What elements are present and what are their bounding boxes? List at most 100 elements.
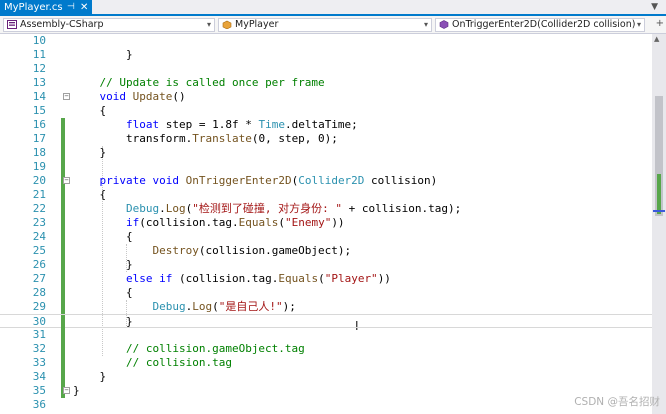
type-dropdown[interactable]: MyPlayer ▾: [218, 18, 432, 32]
split-window-icon[interactable]: +: [656, 18, 664, 30]
code-line[interactable]: 36: [0, 398, 652, 412]
change-indicator: [61, 286, 65, 300]
code-line[interactable]: 12: [0, 62, 652, 76]
code-line[interactable]: 11 }: [0, 48, 652, 62]
csharp-project-icon: [7, 20, 17, 29]
line-number: 14: [32, 90, 46, 103]
line-number: 21: [32, 188, 46, 201]
method-icon: [439, 20, 449, 29]
caret-position-marker: [653, 210, 665, 212]
line-number: 32: [32, 342, 46, 355]
change-indicator: [61, 160, 65, 174]
code-line[interactable]: 31: [0, 328, 652, 342]
code-text: Debug.Log("是自己人!");: [152, 300, 296, 313]
code-text: Debug.Log("检测到了碰撞, 对方身份: " + collision.t…: [125, 202, 462, 215]
code-text: }: [73, 258, 133, 271]
scroll-up-icon[interactable]: ▲: [654, 35, 659, 43]
line-number: 26: [32, 258, 46, 271]
code-text: // collision.gameObject.tag: [125, 342, 305, 355]
line-number: 36: [32, 398, 46, 411]
code-text: }: [73, 48, 133, 61]
line-number: 25: [32, 244, 46, 257]
tab-overflow-icon[interactable]: ▼: [651, 0, 658, 14]
code-line[interactable]: 20 − private void OnTriggerEnter2D(Collid…: [0, 174, 652, 188]
code-text: {: [73, 230, 133, 243]
code-line[interactable]: 18 }: [0, 146, 652, 160]
code-line[interactable]: 29 Debug.Log("是自己人!");: [0, 300, 652, 314]
code-line[interactable]: 33 // collision.tag: [0, 356, 652, 370]
close-icon[interactable]: ✕: [80, 0, 88, 15]
line-number: 24: [32, 230, 46, 243]
code-line[interactable]: 24 {: [0, 230, 652, 244]
code-text: }: [73, 370, 107, 383]
code-line[interactable]: 34 }: [0, 370, 652, 384]
chevron-down-icon: ▾: [636, 20, 641, 29]
line-number: 33: [32, 356, 46, 369]
change-indicator: [61, 216, 65, 230]
code-line[interactable]: 28 {: [0, 286, 652, 300]
code-line[interactable]: 17 transform.Translate(0, step, 0);: [0, 132, 652, 146]
code-text: // collision.tag: [125, 356, 232, 369]
pin-icon[interactable]: ⊣: [67, 0, 75, 15]
code-text: }: [73, 315, 133, 328]
line-number: 23: [32, 216, 46, 229]
change-indicator: [61, 230, 65, 244]
change-indicator: [61, 146, 65, 160]
line-number: 18: [32, 146, 46, 159]
change-indicator: [61, 258, 65, 272]
class-icon: [222, 20, 232, 29]
line-number: 29: [32, 300, 46, 313]
line-number: 31: [32, 328, 46, 341]
code-line[interactable]: 13 // Update is called once per frame: [0, 76, 652, 90]
line-number: 15: [32, 104, 46, 117]
line-number: 17: [32, 132, 46, 145]
code-line[interactable]: 23 if(collision.tag.Equals("Enemy")): [0, 216, 652, 230]
line-number: 16: [32, 118, 46, 131]
change-indicator: [61, 202, 65, 216]
document-tab-strip: MyPlayer.cs ⊣ ✕ ▼: [0, 0, 666, 16]
line-number: 35: [32, 384, 46, 397]
vertical-scrollbar[interactable]: ▲: [652, 34, 666, 414]
code-line[interactable]: 14 − void Update(): [0, 90, 652, 104]
code-text: private void OnTriggerEnter2D(Collider2D…: [99, 174, 438, 187]
code-editor[interactable]: I 10 11 } 12 13 // Update is called once p…: [0, 34, 652, 414]
code-line[interactable]: 27 else if (collision.tag.Equals("Player…: [0, 272, 652, 286]
change-indicator: [61, 118, 65, 132]
code-text: }: [73, 384, 80, 397]
line-number: 22: [32, 202, 46, 215]
change-indicator: [61, 315, 65, 329]
code-text: }: [73, 146, 107, 159]
code-text: {: [73, 286, 133, 299]
collapse-icon[interactable]: −: [63, 177, 70, 184]
line-number: 10: [32, 34, 46, 47]
code-line[interactable]: 22 Debug.Log("检测到了碰撞, 对方身份: " + collisio…: [0, 202, 652, 216]
code-line[interactable]: 16 float step = 1.8f * Time.deltaTime;: [0, 118, 652, 132]
tab-myplayer-cs[interactable]: MyPlayer.cs ⊣ ✕: [0, 0, 92, 15]
member-dropdown[interactable]: OnTriggerEnter2D(Collider2D collision) ▾: [435, 18, 645, 32]
code-line[interactable]: 19: [0, 160, 652, 174]
code-line[interactable]: 10: [0, 34, 652, 48]
collapse-icon[interactable]: −: [63, 387, 70, 394]
navigation-bar: Assembly-CSharp ▾ MyPlayer ▾ OnTriggerEn…: [0, 16, 666, 34]
code-line[interactable]: 21 {: [0, 188, 652, 202]
collapse-icon[interactable]: −: [63, 93, 70, 100]
current-code-line[interactable]: 30 }: [0, 314, 652, 329]
change-indicator: [61, 188, 65, 202]
line-number: 28: [32, 286, 46, 299]
change-indicator: [61, 272, 65, 286]
code-text: // Update is called once per frame: [99, 76, 325, 89]
code-line[interactable]: 32 // collision.gameObject.tag: [0, 342, 652, 356]
project-dropdown[interactable]: Assembly-CSharp ▾: [3, 18, 215, 32]
code-line[interactable]: 25 Destroy(collision.gameObject);: [0, 244, 652, 258]
change-indicator: [61, 356, 65, 370]
code-line[interactable]: 15 {: [0, 104, 652, 118]
project-name: Assembly-CSharp: [20, 19, 104, 30]
code-line[interactable]: 35 −}: [0, 384, 652, 398]
code-line[interactable]: 26 }: [0, 258, 652, 272]
type-name: MyPlayer: [235, 19, 279, 30]
line-number: 30: [32, 315, 46, 328]
chevron-down-icon: ▾: [206, 20, 211, 29]
line-number: 11: [32, 48, 46, 61]
change-marker: [657, 174, 661, 214]
